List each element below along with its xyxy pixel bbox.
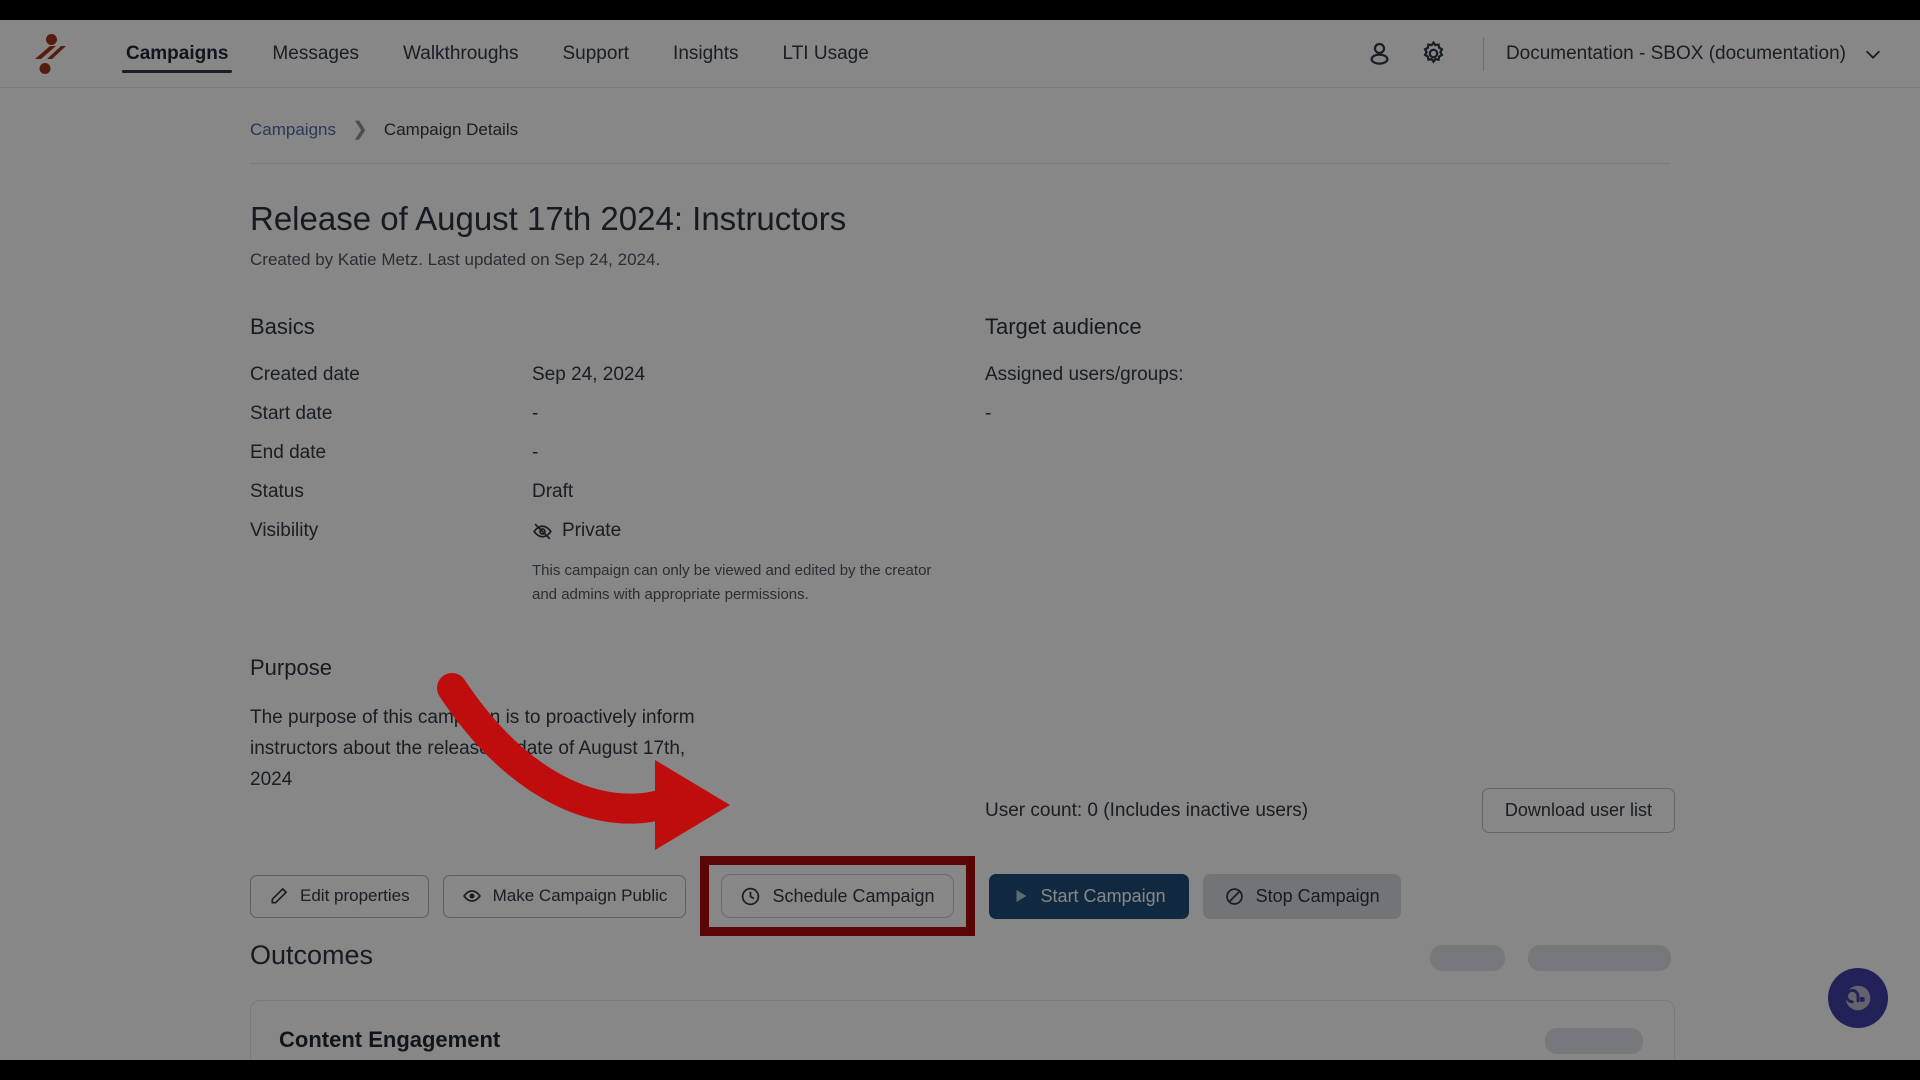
assigned-users-value-row: - xyxy=(985,403,1705,425)
field-value: Sep 24, 2024 xyxy=(532,364,646,385)
details-columns: Basics Created date Sep 24, 2024 Start d… xyxy=(0,270,1920,607)
chat-bubble-glyph xyxy=(1845,985,1871,1011)
page-content: Campaigns ❯ Campaign Details Release of … xyxy=(0,88,1920,1060)
assigned-users-value: - xyxy=(985,403,992,424)
status-badge: Draft xyxy=(532,481,574,502)
nav-tab-label: Messages xyxy=(272,42,360,64)
make-campaign-public-button[interactable]: Make Campaign Public xyxy=(442,874,687,918)
assigned-users-label: Assigned users/groups: xyxy=(985,364,1184,385)
edit-properties-button[interactable]: Edit properties xyxy=(250,874,429,918)
nav-right-cluster: Documentation - SBOX (documentation) xyxy=(1353,27,1892,81)
stop-campaign-button[interactable]: Stop Campaign xyxy=(1202,873,1401,919)
pencil-icon xyxy=(271,887,288,904)
nav-tab-label: Insights xyxy=(673,42,739,64)
schedule-campaign-label: Schedule Campaign xyxy=(772,885,935,906)
field-value: - xyxy=(532,442,539,463)
nav-tab-label: LTI Usage xyxy=(782,42,869,64)
gear-icon-glyph xyxy=(1423,40,1444,64)
purpose-section: Purpose The purpose of this campaign is … xyxy=(0,607,700,795)
nav-divider xyxy=(1482,36,1484,71)
nav-tab-walkthroughs[interactable]: Walkthroughs xyxy=(381,20,540,87)
basics-section: Basics Created date Sep 24, 2024 Start d… xyxy=(250,314,985,607)
outcomes-card: Content Engagement xyxy=(250,1000,1675,1060)
outcomes-heading: Outcomes xyxy=(250,940,374,970)
outcomes-card-title: Content Engagement xyxy=(279,1027,501,1052)
field-label: Status xyxy=(250,481,304,502)
basics-row-created-date: Created date Sep 24, 2024 xyxy=(250,364,985,386)
eye-icon xyxy=(462,890,481,902)
campaign-actions-row: Edit properties Make Campaign Public Sch… xyxy=(250,856,1401,936)
purpose-text: The purpose of this campaign is to proac… xyxy=(250,707,695,790)
breadcrumb-current: Campaign Details xyxy=(383,119,519,139)
eye-off-icon xyxy=(533,522,552,540)
page-title: Release of August 17th 2024: Instructors xyxy=(250,200,847,237)
field-label: End date xyxy=(250,442,327,463)
skeleton-placeholder xyxy=(1528,945,1671,971)
schedule-campaign-highlight-box: Schedule Campaign xyxy=(700,856,975,936)
letterbox-top xyxy=(0,0,1920,20)
field-label: Start date xyxy=(250,403,333,424)
field-label: Visibility xyxy=(250,520,319,541)
chevron-down-icon xyxy=(1865,50,1881,59)
purpose-heading: Purpose xyxy=(250,655,332,680)
nav-tab-campaigns[interactable]: Campaigns xyxy=(104,20,250,87)
page-subtitle: Created by Katie Metz. Last updated on S… xyxy=(250,250,661,269)
play-icon xyxy=(1016,890,1026,902)
nav-tab-label: Campaigns xyxy=(126,42,229,64)
make-campaign-public-label: Make Campaign Public xyxy=(492,886,668,905)
start-campaign-label: Start Campaign xyxy=(1040,885,1166,906)
basics-heading: Basics xyxy=(250,314,315,339)
no-entry-icon xyxy=(1225,887,1243,905)
download-user-list-label: Download user list xyxy=(1504,800,1652,820)
chat-bubble-icon[interactable] xyxy=(1828,968,1888,1028)
basics-row-end-date: End date - xyxy=(250,442,985,464)
skeleton-placeholder xyxy=(1545,1028,1643,1054)
gear-icon[interactable] xyxy=(1407,27,1461,81)
breadcrumb-link-campaigns[interactable]: Campaigns xyxy=(250,120,336,140)
top-navigation-bar: Campaigns Messages Walkthroughs Support … xyxy=(0,20,1920,88)
target-audience-heading: Target audience xyxy=(985,314,1142,339)
edit-properties-label: Edit properties xyxy=(300,886,410,905)
field-value: - xyxy=(532,403,539,424)
start-campaign-button[interactable]: Start Campaign xyxy=(988,873,1189,919)
nav-tab-support[interactable]: Support xyxy=(541,20,652,87)
nav-tab-label: Support xyxy=(562,42,630,64)
user-icon-glyph xyxy=(1370,42,1389,65)
nav-tab-label: Walkthroughs xyxy=(403,42,519,64)
user-count-text: User count: 0 (Includes inactive users) xyxy=(985,799,1309,821)
brand-logo-icon xyxy=(35,33,66,74)
brand-logo[interactable] xyxy=(22,33,78,75)
tenant-label: Documentation - SBOX (documentation) xyxy=(1505,42,1846,64)
basics-row-status: Status Draft xyxy=(250,481,985,503)
tenant-selector[interactable]: Documentation - SBOX (documentation) xyxy=(1506,43,1892,65)
breadcrumb: Campaigns ❯ Campaign Details xyxy=(0,88,1920,141)
nav-tab-lti-usage[interactable]: LTI Usage xyxy=(761,20,891,87)
user-list-row: User count: 0 (Includes inactive users) … xyxy=(985,788,1675,833)
app-window: Campaigns Messages Walkthroughs Support … xyxy=(0,20,1920,1060)
skeleton-placeholder xyxy=(1430,945,1505,971)
field-label: Created date xyxy=(250,364,360,385)
download-user-list-button[interactable]: Download user list xyxy=(1481,788,1675,833)
nav-tab-insights[interactable]: Insights xyxy=(651,20,760,87)
basics-row-start-date: Start date - xyxy=(250,403,985,425)
basics-row-visibility: Visibility Private xyxy=(250,520,985,542)
schedule-campaign-button[interactable]: Schedule Campaign xyxy=(721,874,954,918)
visibility-note: This campaign can only be viewed and edi… xyxy=(532,562,932,603)
target-audience-section: Target audience Assigned users/groups: - xyxy=(985,314,1705,607)
breadcrumb-separator-icon: ❯ xyxy=(352,119,368,140)
assigned-users-row: Assigned users/groups: xyxy=(985,364,1705,386)
primary-nav-tabs: Campaigns Messages Walkthroughs Support … xyxy=(104,20,891,87)
visibility-value: Private xyxy=(532,520,621,542)
nav-tab-messages[interactable]: Messages xyxy=(250,20,381,87)
visibility-label: Private xyxy=(562,520,622,541)
stop-campaign-label: Stop Campaign xyxy=(1255,885,1380,906)
user-icon[interactable] xyxy=(1353,27,1407,81)
clock-icon xyxy=(742,887,760,905)
